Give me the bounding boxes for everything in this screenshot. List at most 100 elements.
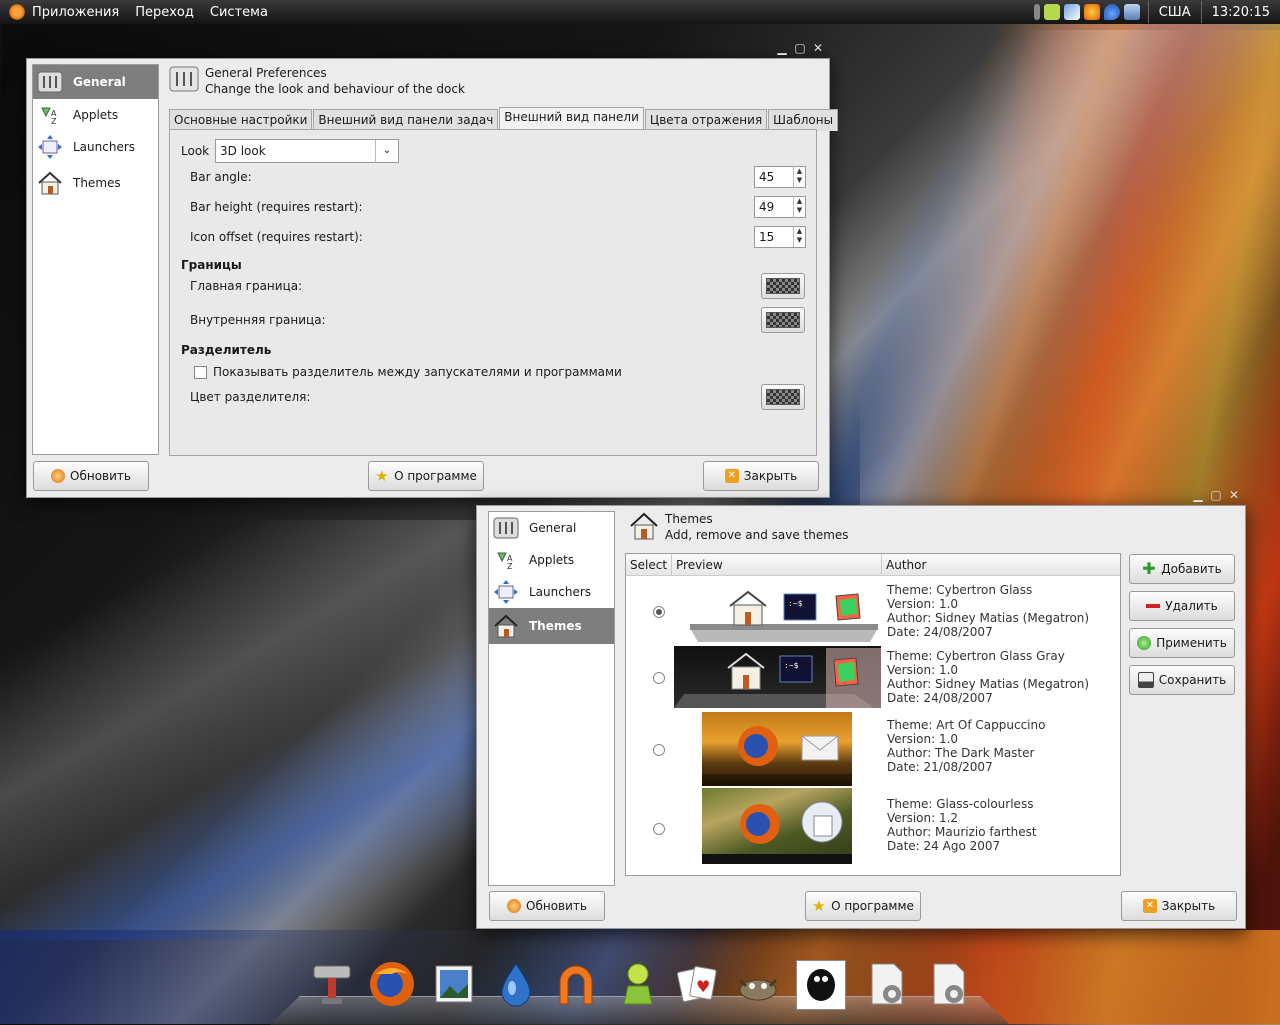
sidebar-item-themes[interactable]: Themes: [33, 163, 158, 203]
update-notifier-icon[interactable]: [1043, 4, 1060, 20]
apply-theme-button[interactable]: Применить: [1129, 628, 1235, 658]
main-border-color-button[interactable]: [761, 273, 805, 299]
sidebar-item-label: Applets: [73, 108, 119, 122]
themes-list: Select Preview Author :~$ Theme: Cybertr…: [625, 553, 1121, 876]
menu-places[interactable]: Переход: [135, 5, 194, 20]
burst-icon[interactable]: [1083, 4, 1100, 20]
pidgin-icon[interactable]: [614, 960, 662, 1008]
refresh-button[interactable]: Обновить: [33, 461, 149, 491]
settings-document-icon[interactable]: [862, 960, 910, 1008]
chevron-down-icon[interactable]: ⌄: [375, 140, 398, 162]
refresh-button[interactable]: Обновить: [489, 891, 605, 921]
about-button[interactable]: ★ О программе: [368, 461, 484, 491]
terminal-penguin-icon[interactable]: [796, 960, 846, 1010]
refresh-button-label: Обновить: [526, 899, 587, 913]
bar-height-stepper[interactable]: 49 ▲ ▼: [754, 196, 806, 218]
theme-version: Version: 1.0: [887, 663, 959, 677]
star-icon: ★: [812, 897, 826, 915]
sidebar-item-themes[interactable]: Themes: [489, 608, 614, 644]
gimp-icon[interactable]: [734, 960, 782, 1008]
column-header-author[interactable]: Author: [882, 554, 1120, 576]
table-row[interactable]: :~$ Theme: Cybertron Glass Version: 1.0 …: [626, 578, 1120, 644]
firefox-icon[interactable]: [368, 960, 416, 1008]
theme-select-radio[interactable]: [653, 823, 665, 835]
bar-height-value[interactable]: 49: [755, 197, 793, 217]
sidebar-item-applets[interactable]: AZ Applets: [33, 99, 158, 131]
menu-system[interactable]: Система: [210, 5, 268, 20]
about-button[interactable]: ★ О программе: [805, 891, 921, 921]
bar-angle-stepper[interactable]: 45 ▲ ▼: [754, 166, 806, 188]
drop-icon[interactable]: [492, 960, 540, 1008]
page-subtitle: Change the look and behaviour of the doc…: [205, 82, 465, 96]
sidebar-item-general[interactable]: General: [489, 512, 614, 544]
minimize-icon[interactable]: ▁: [775, 41, 789, 55]
look-combo[interactable]: 3D look ⌄: [215, 139, 399, 163]
window-controls: ▁ ▢ ✕: [1191, 488, 1241, 502]
remove-theme-button[interactable]: Удалить: [1129, 591, 1235, 621]
column-header-preview[interactable]: Preview: [672, 554, 882, 576]
minimize-icon[interactable]: ▁: [1191, 488, 1205, 502]
table-row[interactable]: Theme: Glass-colourless Version: 1.2 Aut…: [626, 788, 1120, 868]
theme-preview-image: [702, 712, 852, 786]
keyboard-layout[interactable]: США: [1155, 5, 1195, 20]
theme-select-radio[interactable]: [653, 744, 665, 756]
refresh-icon: [507, 899, 522, 913]
tab-templates[interactable]: Шаблоны: [768, 109, 839, 131]
save-theme-button[interactable]: Сохранить: [1129, 665, 1235, 695]
refresh-button-label: Обновить: [70, 469, 131, 483]
icon-offset-value[interactable]: 15: [755, 227, 793, 247]
column-header-select[interactable]: Select: [626, 554, 672, 576]
toolbox-icon[interactable]: [308, 960, 356, 1008]
spin-arrows-icon[interactable]: ▲ ▼: [793, 227, 805, 247]
network-icon[interactable]: [1123, 4, 1140, 20]
icon-offset-stepper[interactable]: 15 ▲ ▼: [754, 226, 806, 248]
remove-button-label: Удалить: [1165, 599, 1218, 613]
spin-arrows-icon[interactable]: ▲ ▼: [793, 167, 805, 187]
home-icon: [37, 170, 63, 196]
menu-applications[interactable]: Приложения: [32, 5, 119, 20]
tab-basic-settings[interactable]: Основные настройки: [169, 109, 313, 131]
about-button-label: О программе: [394, 469, 477, 483]
show-separator-checkbox[interactable]: [194, 366, 207, 379]
close-icon[interactable]: ✕: [1227, 488, 1241, 502]
show-separator-label: Показывать разделитель между запускателя…: [213, 365, 622, 379]
sidebar-item-launchers[interactable]: Launchers: [33, 131, 158, 163]
sidebar-item-general[interactable]: General: [33, 65, 158, 99]
theme-info: Theme: Cybertron Glass Version: 1.0 Auth…: [887, 583, 1089, 639]
solitaire-icon[interactable]: ♥: [674, 960, 722, 1008]
drop-icon[interactable]: [1103, 4, 1120, 20]
close-button[interactable]: ✕ Закрыть: [703, 461, 819, 491]
sidebar-item-launchers[interactable]: Launchers: [489, 576, 614, 608]
ubuntu-logo-icon[interactable]: [8, 3, 26, 21]
bar-angle-value[interactable]: 45: [755, 167, 793, 187]
tab-reflection-colors[interactable]: Цвета отражения: [644, 109, 768, 131]
svg-text:Z: Z: [507, 562, 513, 571]
maximize-icon[interactable]: ▢: [793, 41, 807, 55]
add-theme-button[interactable]: ✚ Добавить: [1129, 554, 1235, 584]
theme-date: Date: 24/08/2007: [887, 625, 993, 639]
spin-arrows-icon[interactable]: ▲ ▼: [793, 197, 805, 217]
sidebar-item-label: Launchers: [529, 585, 592, 599]
settings-document-icon[interactable]: [924, 960, 972, 1008]
close-button-label: Закрыть: [1161, 899, 1216, 913]
image-viewer-icon[interactable]: [430, 960, 478, 1008]
close-button[interactable]: ✕ Закрыть: [1121, 891, 1237, 921]
separator-color-button[interactable]: [761, 384, 805, 410]
close-x-icon: ✕: [724, 469, 739, 483]
magnet-icon[interactable]: [552, 960, 600, 1008]
page-title: General Preferences: [205, 66, 327, 80]
table-row[interactable]: Theme: Art Of Cappuccino Version: 1.0 Au…: [626, 710, 1120, 788]
tab-taskbar-appearance[interactable]: Внешний вид панели задач: [313, 109, 499, 131]
look-value: 3D look: [220, 144, 266, 158]
theme-select-radio[interactable]: [653, 606, 665, 618]
edit-icon[interactable]: [1063, 4, 1080, 20]
theme-name: Theme: Cybertron Glass: [887, 583, 1033, 597]
sidebar-item-applets[interactable]: AZ Applets: [489, 544, 614, 576]
maximize-icon[interactable]: ▢: [1209, 488, 1223, 502]
theme-select-radio[interactable]: [653, 672, 665, 684]
clock[interactable]: 13:20:15: [1208, 5, 1274, 20]
close-icon[interactable]: ✕: [811, 41, 825, 55]
preferences-header: General Preferences Change the look and …: [169, 65, 465, 97]
inner-border-color-button[interactable]: [761, 307, 805, 333]
table-row[interactable]: :~$ Theme: Cybertron Glass Gray Version:…: [626, 644, 1120, 710]
